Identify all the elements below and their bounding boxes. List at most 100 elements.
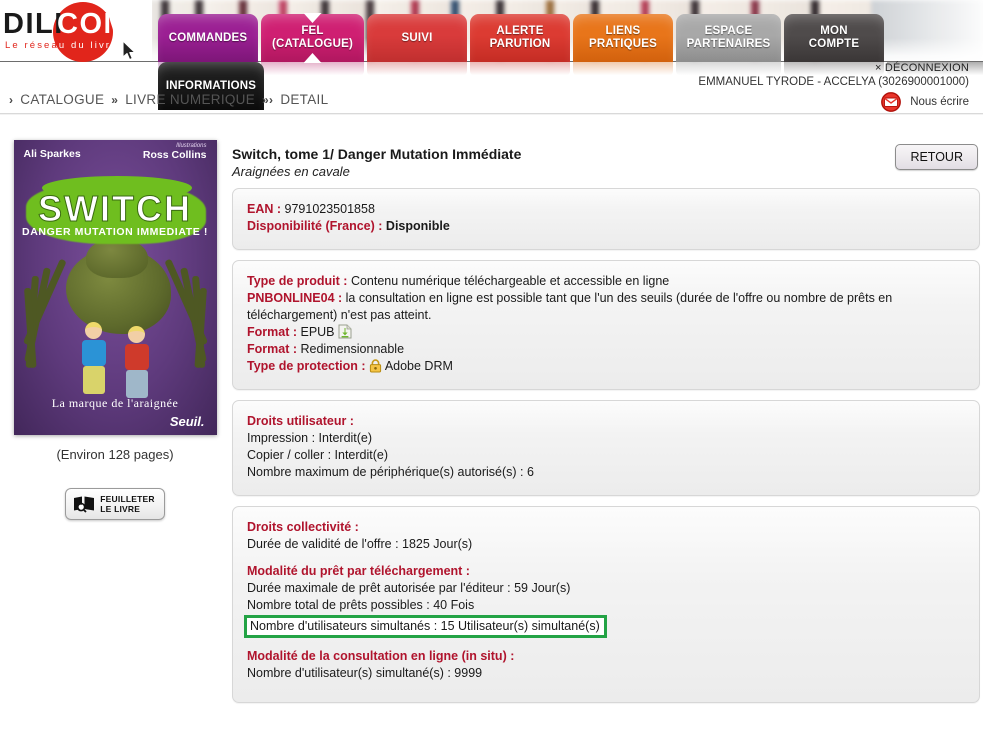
availability-value: Disponible xyxy=(385,219,450,233)
contact-us-label: Nous écrire xyxy=(910,96,969,108)
loan-line: Durée maximale de prêt autorisée par l'é… xyxy=(247,581,571,595)
panel-product: Type de produit : Contenu numérique télé… xyxy=(232,260,980,390)
onsite-modality-heading: Modalité de la consultation en ligne (in… xyxy=(247,649,515,663)
format-resizable-row: Format : Redimensionnable xyxy=(247,341,963,358)
page-count-label: (Environ 128 pages) xyxy=(56,447,174,462)
cover-footer-title: La marque de l'araignée xyxy=(51,396,179,410)
simultaneous-users-row: Nombre d'utilisateurs simultanés : 15 Ut… xyxy=(244,614,963,638)
breadcrumb-chevron-icon: »› xyxy=(262,92,274,107)
logo-tagline-text: Le réseau du livre xyxy=(5,40,119,51)
tab-suivi[interactable]: SUIVI xyxy=(367,14,467,62)
breadcrumb-divider-shadow xyxy=(0,114,983,115)
logo-text-com: COM xyxy=(57,8,130,40)
breadcrumb-item-detail[interactable]: DETAIL xyxy=(280,92,328,107)
breadcrumb-chevron-icon: » xyxy=(111,92,119,107)
browse-book-wrapper: FEUILLETER LE LIVRE xyxy=(0,488,230,520)
user-rights-line: Nombre maximum de périphérique(s) autori… xyxy=(247,465,534,479)
tab-suivi-label: SUIVI xyxy=(401,31,433,44)
back-button[interactable]: RETOUR xyxy=(895,144,978,170)
tab-commandes-label: COMMANDES xyxy=(168,31,248,44)
format-value-1: EPUB xyxy=(300,325,335,339)
loan-modality-heading: Modalité du prêt par téléchargement : xyxy=(247,564,470,578)
panel-user-rights: Droits utilisateur : Impression : Interd… xyxy=(232,400,980,496)
tab-suivi-reflection xyxy=(367,62,467,76)
main-content: Switch, tome 1/ Danger Mutation Immédiat… xyxy=(232,138,980,713)
format-label-2: Format : xyxy=(247,342,297,356)
user-identity: EMMANUEL TYRODE - ACCELYA (3026900001000… xyxy=(698,76,969,88)
logo-tagline: Le réseau du livre xyxy=(5,40,118,51)
tab-fel-catalogue[interactable]: FEL (CATALOGUE) xyxy=(261,14,364,62)
download-document-icon[interactable] xyxy=(338,324,352,339)
availability-row: Disponibilité (France) : Disponible xyxy=(247,218,963,235)
browse-book-label: FEUILLETER LE LIVRE xyxy=(100,494,154,514)
user-rights-line: Copier / coller : Interdit(e) xyxy=(247,448,389,462)
logout-x-icon: × xyxy=(875,62,882,74)
tab-espace-partenaires-label: ESPACE PARTENAIRES xyxy=(686,25,771,50)
envelope-icon xyxy=(881,92,902,112)
contact-us-link[interactable]: Nous écrire xyxy=(698,92,969,112)
cover-title: SWITCH xyxy=(38,188,192,230)
left-column: SWITCH DANGER MUTATION IMMEDIATE ! Ali S… xyxy=(0,130,230,520)
breadcrumb-chevron-icon: › xyxy=(9,92,14,107)
breadcrumb-item-catalogue[interactable]: CATALOGUE xyxy=(20,92,104,107)
mouse-cursor-icon xyxy=(122,40,136,61)
user-session-box: × DÉCONNEXION EMMANUEL TYRODE - ACCELYA … xyxy=(698,62,969,112)
protection-value: Adobe DRM xyxy=(384,359,453,373)
tab-mon-compte[interactable]: MON COMPTE xyxy=(784,14,884,62)
tab-fel-catalogue-reflection xyxy=(261,62,364,76)
tab-alerte-parution-label: ALERTE PARUTION xyxy=(489,25,551,50)
logout-label: DÉCONNEXION xyxy=(884,62,969,74)
panel-identification: EAN : 9791023501858 Disponibilité (Franc… xyxy=(232,188,980,250)
ean-value: 9791023501858 xyxy=(284,202,375,216)
protection-label: Type de protection : xyxy=(247,359,366,373)
tab-espace-partenaires[interactable]: ESPACE PARTENAIRES xyxy=(676,14,781,62)
cover-illustrator: Ross Collins xyxy=(142,149,207,161)
tab-liens-pratiques-reflection xyxy=(573,62,673,76)
ean-label: EAN : xyxy=(247,202,282,216)
tab-mon-compte-label: MON COMPTE xyxy=(808,25,860,50)
ean-row: EAN : 9791023501858 xyxy=(247,201,963,218)
cover-subtitle: DANGER MUTATION IMMEDIATE ! xyxy=(22,226,208,238)
page-subtitle: Araignées en cavale xyxy=(232,164,350,179)
product-type-value: Contenu numérique téléchargeable et acce… xyxy=(350,274,670,288)
onsite-line: Nombre d'utilisateur(s) simultané(s) : 9… xyxy=(247,666,483,680)
cover-author: Ali Sparkes xyxy=(23,148,81,160)
open-book-magnifier-icon xyxy=(74,496,95,513)
tab-liens-pratiques[interactable]: LIENS PRATIQUES xyxy=(573,14,673,62)
book-cover-image[interactable]: SWITCH DANGER MUTATION IMMEDIATE ! Ali S… xyxy=(13,140,217,435)
loan-line: Nombre total de prêts possibles : 40 Foi… xyxy=(247,598,475,612)
tab-commandes[interactable]: COMMANDES xyxy=(158,14,258,62)
breadcrumb-item-livre-numerique[interactable]: LIVRE NUMERIQUE xyxy=(125,92,255,107)
user-rights-line: Impression : Interdit(e) xyxy=(247,431,373,445)
tab-fel-catalogue-label: FEL (CATALOGUE) xyxy=(272,25,353,50)
tab-liens-pratiques-label: LIENS PRATIQUES xyxy=(588,25,658,50)
user-rights-heading: Droits utilisateur : xyxy=(247,414,354,428)
offer-validity-line: Durée de validité de l'offre : 1825 Jour… xyxy=(247,537,473,551)
format-value-2: Redimensionnable xyxy=(300,342,405,356)
protection-row: Type de protection : Adobe DRM xyxy=(247,358,963,375)
tab-alerte-parution[interactable]: ALERTE PARUTION xyxy=(470,14,570,62)
format-epub-row: Format : EPUB xyxy=(247,324,963,341)
panel-collective-rights: Droits collectivité : Durée de validité … xyxy=(232,506,980,703)
title-row: Switch, tome 1/ Danger Mutation Immédiat… xyxy=(232,138,980,188)
logout-link[interactable]: × DÉCONNEXION xyxy=(698,62,969,74)
browse-book-line2: LE LIVRE xyxy=(100,504,141,514)
collective-rights-heading: Droits collectivité : xyxy=(247,520,359,534)
main-navigation: COMMANDES FEL (CATALOGUE) SUIVI ALERTE PARU… xyxy=(158,14,983,110)
product-type-row: Type de produit : Contenu numérique télé… xyxy=(247,273,963,290)
cover-publisher: Seuil. xyxy=(169,414,205,429)
browse-book-line1: FEUILLETER xyxy=(100,494,155,504)
page-title: Switch, tome 1/ Danger Mutation Immédiat… xyxy=(232,146,522,162)
tab-alerte-parution-reflection xyxy=(470,62,570,76)
cover-kid-left xyxy=(78,322,110,394)
simultaneous-users-highlight: Nombre d'utilisateurs simultanés : 15 Ut… xyxy=(244,615,607,638)
product-code-value: la consultation en ligne est possible ta… xyxy=(247,291,893,322)
padlock-icon xyxy=(369,359,382,373)
product-code-label: PNBONLINE04 : xyxy=(247,291,343,305)
cover-spider-head xyxy=(85,238,148,278)
availability-label: Disponibilité (France) : xyxy=(247,219,383,233)
logo-text-dili: DILI xyxy=(3,8,64,40)
browse-book-button[interactable]: FEUILLETER LE LIVRE xyxy=(65,488,165,520)
page-root: DILI COM Le réseau du livre COMMANDES FEL… xyxy=(0,0,983,744)
format-label-1: Format : xyxy=(247,325,297,339)
